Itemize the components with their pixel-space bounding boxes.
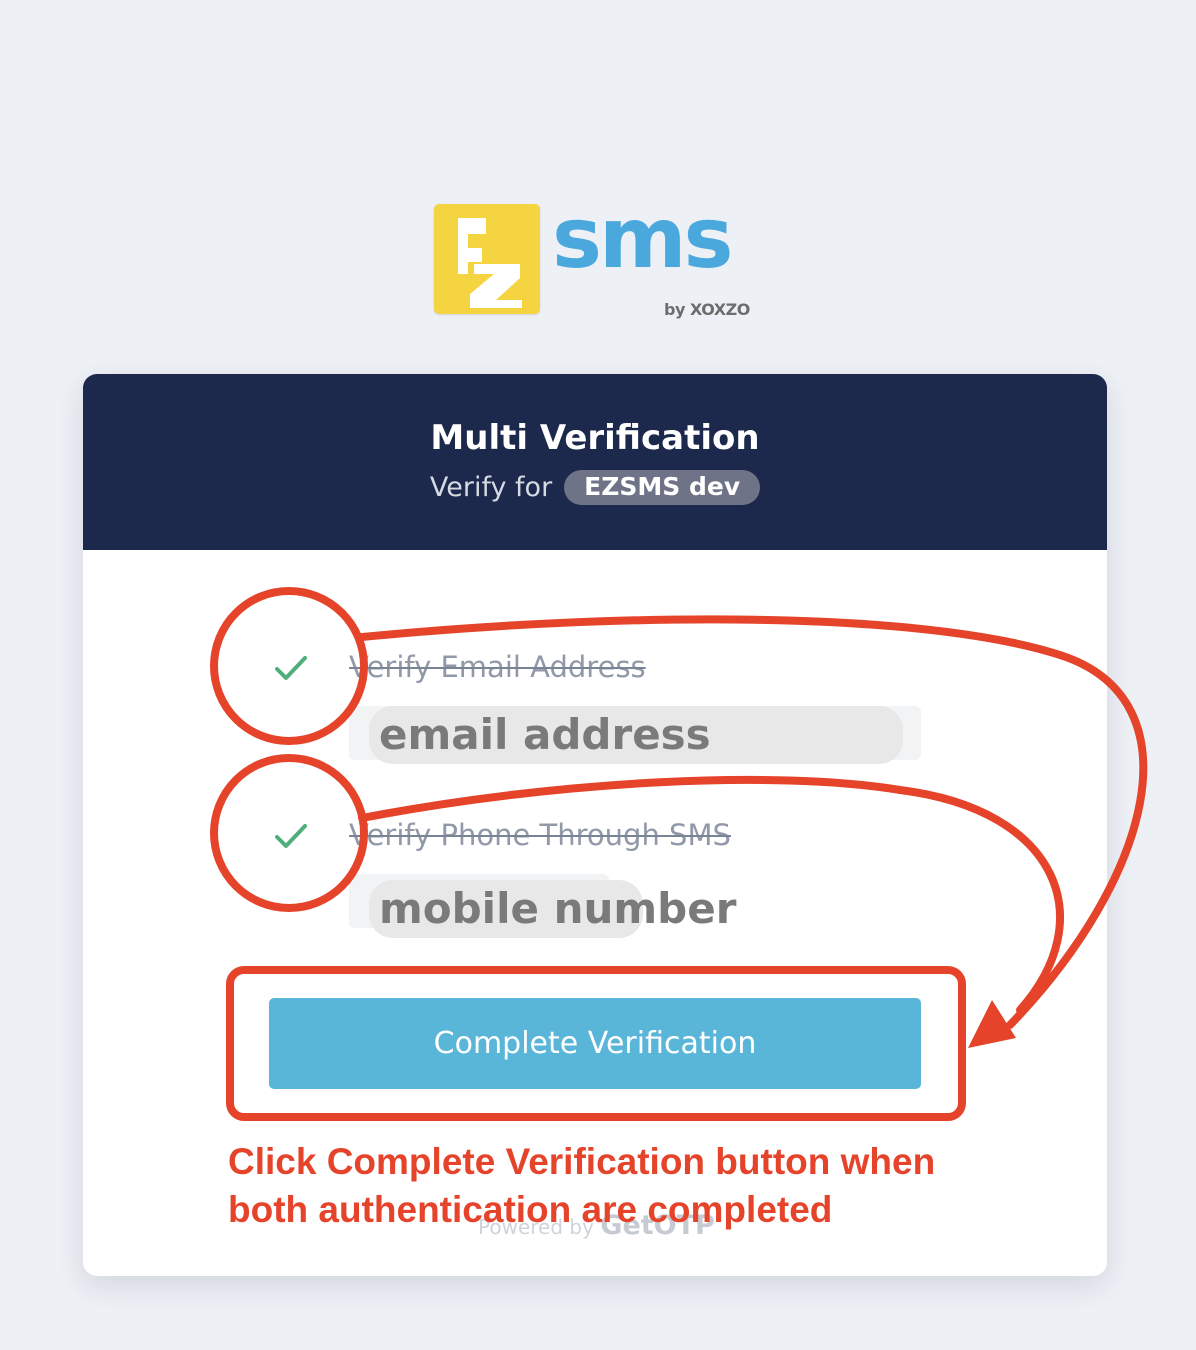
verify-for-row: Verify for EZSMS dev	[83, 470, 1107, 505]
verify-for-label: Verify for	[429, 472, 553, 503]
check-icon	[273, 818, 309, 854]
annotation-note-line2: both authentication are completed	[228, 1189, 833, 1230]
logo-wordmark: sms	[552, 189, 734, 287]
complete-verification-button[interactable]: Complete Verification	[269, 998, 921, 1089]
check-icon	[273, 650, 309, 686]
mobile-field-placeholder: mobile number	[369, 880, 736, 938]
ez-logo-mark	[434, 204, 540, 314]
page-title: Multi Verification	[430, 418, 760, 458]
email-field-placeholder: email address	[369, 706, 903, 764]
card-header: Multi Verification Verify for EZSMS dev	[83, 374, 1107, 550]
logo-byline: by XOXZO	[664, 300, 750, 319]
step-email-label: Verify Email Address	[349, 650, 646, 684]
ezsms-logo: sms by XOXZO	[434, 196, 764, 322]
annotation-note: Click Complete Verification button when …	[228, 1138, 1028, 1234]
org-name-badge: EZSMS dev	[564, 470, 761, 505]
step-phone-label: Verify Phone Through SMS	[349, 818, 731, 852]
annotation-note-line1: Click Complete Verification button when	[228, 1141, 936, 1182]
